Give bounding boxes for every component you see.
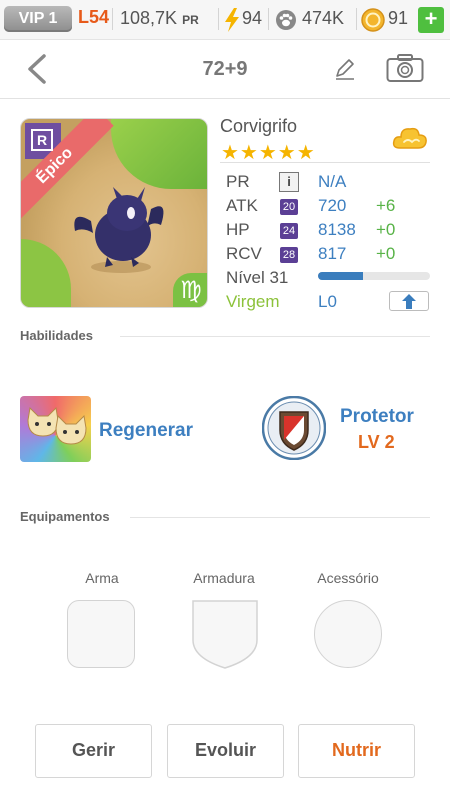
pet-level-label: Nível 31 xyxy=(226,268,289,287)
stat-badge-atk: 20 xyxy=(280,199,298,215)
zodiac-virgo-icon: ♍ xyxy=(173,273,207,307)
info-divider xyxy=(220,162,430,163)
section-title-equipment: Equipamentos xyxy=(20,509,110,524)
back-arrow-icon[interactable] xyxy=(24,52,50,86)
player-level: L54 xyxy=(78,7,110,27)
paw-icon xyxy=(276,10,296,30)
divider xyxy=(218,8,219,30)
skill-name-regenerar[interactable]: Regenerar xyxy=(99,420,193,442)
pet-portrait-card[interactable]: Épico R ♍ xyxy=(20,118,208,308)
manage-button[interactable]: Gerir xyxy=(35,724,152,778)
header-divider xyxy=(0,98,450,99)
edit-pencil-icon[interactable] xyxy=(332,56,358,82)
accessory-slot[interactable] xyxy=(314,600,382,668)
divider xyxy=(268,8,269,30)
feed-button[interactable]: Nutrir xyxy=(298,724,415,778)
skill-regenerar-icon[interactable] xyxy=(20,396,91,462)
armor-slot[interactable] xyxy=(190,598,260,670)
evolve-button[interactable]: Evoluir xyxy=(167,724,284,778)
pet-name: Corvigrifo xyxy=(220,116,298,136)
section-divider xyxy=(120,336,430,337)
paw-currency-value: 474K xyxy=(302,8,345,28)
stat-label-hp: HP xyxy=(226,220,250,239)
pr-label: PR xyxy=(182,13,199,27)
skill-level-protetor: LV 2 xyxy=(358,432,395,452)
slot-label-weapon: Arma xyxy=(85,570,119,586)
divider xyxy=(356,8,357,30)
level-progress-fill xyxy=(318,272,363,280)
shield-icon[interactable] xyxy=(262,396,326,460)
cat-faces-icon xyxy=(27,406,87,445)
info-icon[interactable]: i xyxy=(279,172,299,192)
coin-icon xyxy=(361,8,385,32)
page-title: 72+9 xyxy=(202,58,248,80)
energy-bolt-icon xyxy=(225,8,239,32)
stat-bonus-rcv: +0 xyxy=(376,244,396,263)
stat-value-rcv: 817 xyxy=(318,244,347,263)
rarity-r-icon: R xyxy=(31,129,53,151)
stat-badge-rcv: 28 xyxy=(280,247,298,263)
coins-value: 91 xyxy=(388,8,409,28)
slot-label-accessory: Acessório xyxy=(317,570,379,586)
section-divider xyxy=(130,517,430,518)
weapon-slot[interactable] xyxy=(67,600,135,668)
add-currency-button[interactable]: + xyxy=(418,7,444,33)
stat-value-pr: N/A xyxy=(318,172,347,191)
vip-badge[interactable]: VIP 1 xyxy=(4,6,72,32)
section-title-skills: Habilidades xyxy=(20,328,93,343)
stat-bonus-atk: +6 xyxy=(376,196,396,215)
camera-icon[interactable] xyxy=(386,53,424,83)
stage-value: L0 xyxy=(318,292,337,311)
divider xyxy=(112,8,113,30)
zodiac-name: Virgem xyxy=(226,292,280,311)
upgrade-arrow-icon xyxy=(402,294,416,309)
upgrade-button[interactable] xyxy=(389,291,429,311)
slot-label-armor: Armadura xyxy=(193,570,255,586)
pet-creature-image xyxy=(74,187,164,273)
cloud-icon[interactable] xyxy=(392,124,428,152)
energy-value: 94 xyxy=(242,8,263,28)
stat-value-hp: 8138 xyxy=(318,220,356,239)
stat-bonus-hp: +0 xyxy=(376,220,396,239)
skill-name-protetor[interactable]: Protetor xyxy=(340,406,414,428)
stat-label-rcv: RCV xyxy=(226,244,262,263)
status-bar: VIP 1 L54 108,7K PR 94 474K 91 + xyxy=(0,0,450,40)
stat-badge-hp: 24 xyxy=(280,223,298,239)
stat-value-atk: 720 xyxy=(318,196,347,215)
level-progress-bar xyxy=(318,272,430,280)
pr-value: 108,7K xyxy=(120,8,178,28)
player-pr: 108,7K PR xyxy=(120,8,199,29)
stat-label-atk: ATK xyxy=(226,196,258,215)
stat-label-pr: PR xyxy=(226,172,250,191)
